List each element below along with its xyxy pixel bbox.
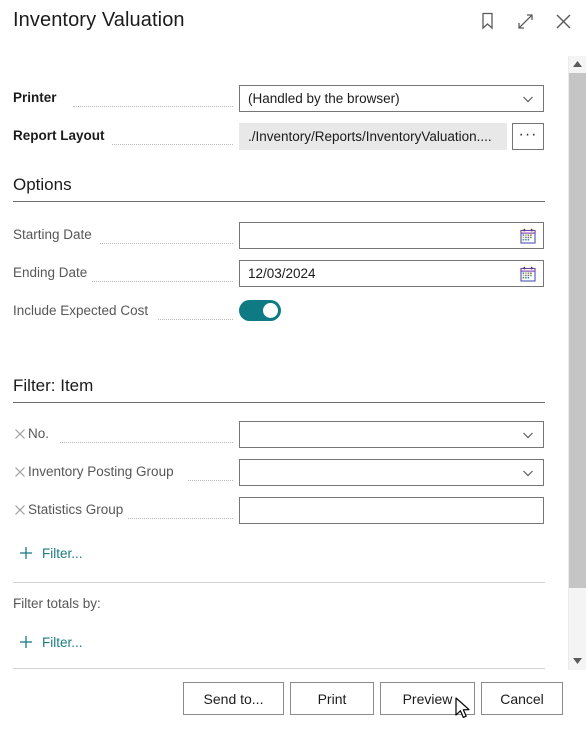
options-rule: [13, 201, 545, 202]
plus-icon: [18, 545, 34, 561]
footer-separator: [13, 668, 545, 669]
include-expected-cost-label: Include Expected Cost: [13, 303, 149, 318]
chevron-down-icon[interactable]: [521, 466, 535, 480]
filter-leader-inventory-posting-group: [188, 479, 233, 481]
scroll-down-icon[interactable]: [569, 653, 586, 670]
report-layout-leader: [112, 143, 233, 145]
filter-item-rule: [13, 402, 545, 403]
filter-input-statistics-group[interactable]: [239, 497, 544, 524]
cancel-button[interactable]: Cancel: [481, 682, 563, 715]
ending-date-value: 12/03/2024: [248, 266, 316, 281]
remove-filter-icon[interactable]: [14, 503, 26, 515]
printer-select[interactable]: (Handled by the browser): [239, 85, 544, 112]
starting-date-leader: [100, 242, 233, 244]
expand-icon[interactable]: [514, 10, 536, 32]
starting-date-row: Starting Date: [0, 220, 562, 250]
filter-item-heading: Filter: Item: [13, 376, 94, 395]
filter-input-inventory-posting-group[interactable]: [239, 459, 544, 486]
filter-totals-heading: Filter totals by:: [13, 596, 101, 611]
filter-label-statistics-group: Statistics Group: [28, 502, 124, 517]
filter-leader-statistics-group: [128, 517, 233, 519]
include-expected-cost-leader: [158, 318, 233, 320]
vertical-scrollbar[interactable]: [568, 56, 586, 670]
options-heading: Options: [13, 175, 72, 194]
dialog-footer: Send to... Print Preview Cancel: [0, 682, 586, 720]
titlebar-actions: [476, 10, 574, 32]
calendar-icon[interactable]: [520, 228, 536, 244]
chevron-down-icon[interactable]: [521, 428, 535, 442]
chevron-down-icon[interactable]: [521, 92, 535, 106]
scroll-up-icon[interactable]: [569, 56, 586, 73]
ending-date-label: Ending Date: [13, 265, 88, 280]
report-layout-label: Report Layout: [13, 128, 105, 143]
filter-row-no: No.: [0, 419, 562, 449]
bookmark-icon[interactable]: [476, 10, 498, 32]
ending-date-input[interactable]: 12/03/2024: [239, 260, 544, 287]
report-layout-value: ./Inventory/Reports/InventoryValuation..…: [248, 129, 492, 144]
scrollbar-thumb[interactable]: [569, 73, 586, 588]
filter-input-no[interactable]: [239, 421, 544, 448]
add-filter-item-button[interactable]: Filter...: [18, 542, 83, 564]
ending-date-row: Ending Date 12/03/2024: [0, 258, 562, 288]
preview-button[interactable]: Preview: [380, 682, 475, 715]
printer-leader: [73, 105, 233, 107]
filter-row-statistics-group: Statistics Group: [0, 495, 562, 525]
report-layout-row: Report Layout ./Inventory/Reports/Invent…: [0, 121, 562, 151]
close-icon[interactable]: [552, 10, 574, 32]
dialog-titlebar: Inventory Valuation: [0, 0, 586, 48]
report-request-dialog: Inventory Valuation Printer (Handled by …: [0, 0, 586, 734]
remove-filter-icon[interactable]: [14, 427, 26, 439]
printer-value: (Handled by the browser): [248, 91, 400, 106]
toggle-knob: [263, 303, 278, 318]
add-filter-totals-button[interactable]: Filter...: [18, 631, 83, 653]
filter-leader-no: [60, 441, 233, 443]
include-expected-cost-toggle[interactable]: [239, 300, 281, 321]
filter-label-inventory-posting-group: Inventory Posting Group: [28, 464, 174, 479]
report-layout-field[interactable]: ./Inventory/Reports/InventoryValuation..…: [239, 123, 507, 150]
report-layout-browse-button[interactable]: ···: [512, 123, 544, 150]
calendar-icon[interactable]: [520, 266, 536, 282]
filter-totals-rule: [13, 582, 545, 583]
page-title: Inventory Valuation: [13, 9, 185, 31]
print-button[interactable]: Print: [290, 682, 374, 715]
ending-date-leader: [92, 280, 233, 282]
filter-row-inventory-posting-group: Inventory Posting Group: [0, 457, 562, 487]
dialog-content: Printer (Handled by the browser) Report …: [0, 48, 562, 662]
printer-label: Printer: [13, 90, 57, 105]
send-to-button[interactable]: Send to...: [183, 682, 284, 715]
include-expected-cost-row: Include Expected Cost: [0, 296, 562, 326]
add-filter-item-label: Filter...: [42, 545, 83, 561]
add-filter-totals-label: Filter...: [42, 634, 83, 650]
printer-row: Printer (Handled by the browser): [0, 83, 562, 113]
starting-date-input[interactable]: [239, 222, 544, 249]
starting-date-label: Starting Date: [13, 227, 92, 242]
remove-filter-icon[interactable]: [14, 465, 26, 477]
filter-label-no: No.: [28, 426, 50, 441]
plus-icon: [18, 634, 34, 650]
